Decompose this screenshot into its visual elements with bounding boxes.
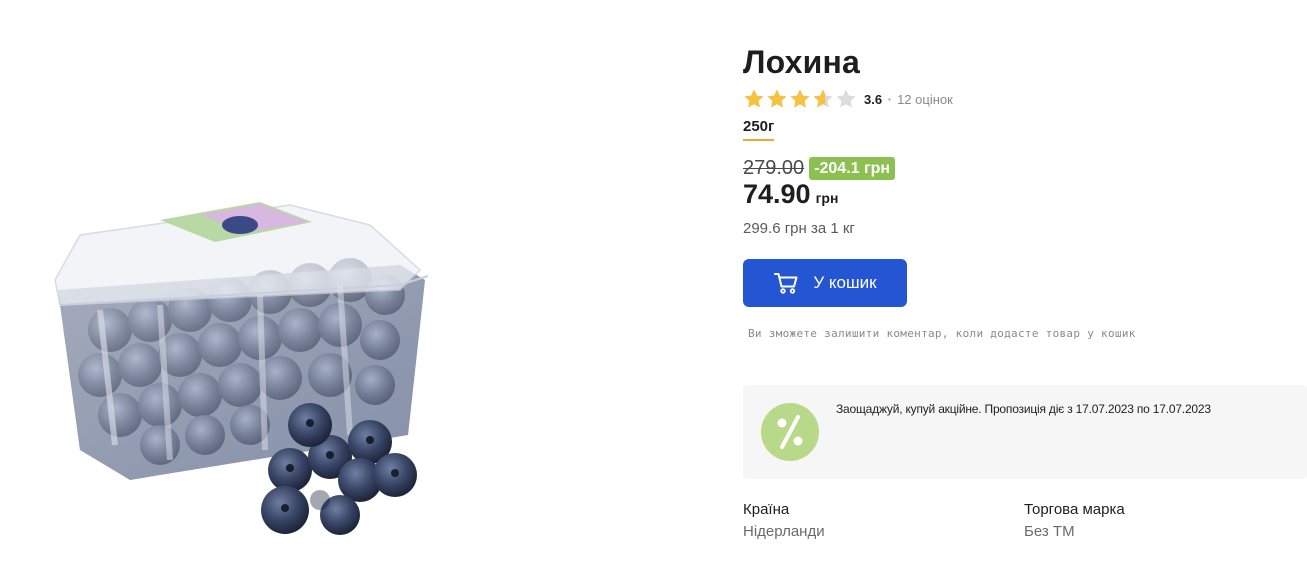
add-to-cart-button[interactable]: У кошик	[743, 259, 907, 307]
add-to-cart-label: У кошик	[813, 273, 877, 292]
rating-value: 3.6	[864, 91, 883, 107]
product-image	[40, 180, 450, 540]
weight-option[interactable]: 250г	[743, 118, 775, 141]
unit-price: 299.6 грн за 1 кг	[743, 220, 855, 237]
product-rating[interactable]: 3.6 12 оцінок	[743, 87, 953, 111]
attribute-value: Нідерланди	[743, 523, 825, 540]
attribute-value: Без ТМ	[1024, 523, 1075, 540]
rating-count[interactable]: 12 оцінок	[897, 92, 953, 107]
discount-badge: -204.1 грн	[809, 157, 896, 180]
price-row: 74.90 грн	[743, 179, 838, 210]
attribute-label: Країна	[743, 501, 790, 518]
star-icon[interactable]	[789, 88, 811, 110]
promo-banner: Заощаджуй, купуй акційне. Пропозиція діє…	[743, 385, 1307, 479]
attribute-brand: Торгова марка Без ТМ	[1024, 501, 1125, 541]
old-price-row: 279.00 -204.1 грн	[743, 157, 896, 180]
product-title: Лохина	[743, 44, 860, 80]
rating-separator	[888, 97, 892, 101]
product-info: Лохина 3.6 12 оцінок 250г 279.00 -204.1 …	[743, 0, 1307, 577]
cart-icon	[774, 273, 798, 294]
star-icon[interactable]	[835, 88, 857, 110]
attribute-country: Країна Нідерланди	[743, 501, 825, 541]
star-icon[interactable]	[812, 88, 834, 110]
old-price: 279.00	[743, 157, 805, 179]
star-icon[interactable]	[743, 88, 765, 110]
percent-icon	[761, 403, 819, 461]
attribute-label: Торгова марка	[1024, 501, 1125, 518]
star-icon[interactable]	[766, 88, 788, 110]
rating-stars[interactable]	[743, 88, 858, 110]
promo-text: Заощаджуй, купуй акційне. Пропозиція діє…	[836, 402, 1211, 416]
price-currency: грн	[815, 190, 839, 206]
current-price: 74.90	[743, 179, 811, 209]
comment-hint: Ви зможете залишити коментар, коли додас…	[748, 327, 1136, 340]
